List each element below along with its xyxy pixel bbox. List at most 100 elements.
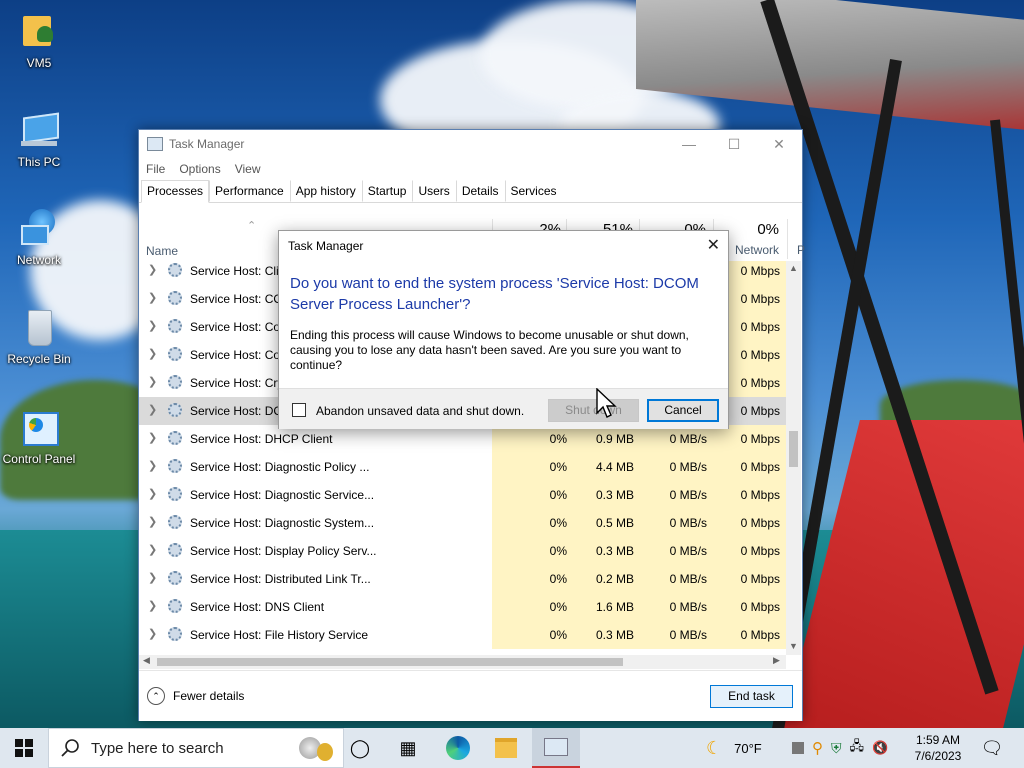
expand-chevron-icon[interactable]: ❯ xyxy=(148,431,157,444)
service-gear-icon xyxy=(168,319,182,333)
process-name: Service Host: File History Service xyxy=(190,628,369,642)
process-cpu: 0% xyxy=(549,432,567,446)
end-task-button[interactable]: End task xyxy=(710,685,793,708)
horizontal-scroll-thumb[interactable] xyxy=(157,658,623,666)
expand-chevron-icon[interactable]: ❯ xyxy=(148,627,157,640)
expand-chevron-icon[interactable]: ❯ xyxy=(148,319,157,332)
process-row[interactable]: ❯ Service Host: File History Service 0% 0.3… xyxy=(139,621,786,649)
tab-bar: Processes Performance App history Startu… xyxy=(139,180,802,203)
process-row[interactable]: ❯ Service Host: Diagnostic System... 0% 0.5… xyxy=(139,509,786,537)
tab-services[interactable]: Services xyxy=(504,180,563,202)
expand-chevron-icon[interactable]: ❯ xyxy=(148,571,157,584)
desktop-icon-vm5[interactable]: VM5 xyxy=(1,12,77,70)
process-name: Service Host: Cry xyxy=(190,376,284,390)
widgets-icon[interactable]: ▦ xyxy=(384,728,432,768)
windows-logo-icon xyxy=(15,739,33,757)
fewer-details-toggle[interactable]: ⌃ Fewer details xyxy=(147,687,244,705)
edge-browser-icon[interactable] xyxy=(434,728,482,768)
minimize-button[interactable]: — xyxy=(666,130,712,158)
abandon-data-checkbox[interactable] xyxy=(292,403,306,417)
notifications-icon[interactable]: 🗨 xyxy=(968,728,1016,768)
process-memory: 0.3 MB xyxy=(595,488,634,502)
fewer-details-label: Fewer details xyxy=(173,689,245,703)
process-cpu: 0% xyxy=(549,516,567,530)
scroll-right-icon[interactable]: ▶ xyxy=(773,655,780,666)
vertical-scroll-thumb[interactable] xyxy=(789,431,798,467)
search-placeholder: Type here to search xyxy=(91,739,224,757)
file-explorer-icon[interactable] xyxy=(482,728,530,768)
process-row[interactable]: ❯ Service Host: DNS Client 0% 1.6 MB 0 MB/s 0… xyxy=(139,593,786,621)
tray-app-icon[interactable] xyxy=(792,742,804,754)
expand-chevron-icon[interactable]: ❯ xyxy=(148,375,157,388)
desktop-icon-recycle-bin[interactable]: Recycle Bin xyxy=(1,308,77,366)
expand-chevron-icon[interactable]: ❯ xyxy=(148,291,157,304)
dialog-title: Task Manager xyxy=(288,239,364,253)
desktop-icon-control-panel[interactable]: Control Panel xyxy=(1,408,77,466)
taskbar-search-box[interactable]: Type here to search xyxy=(48,728,344,768)
system-tray: ⚲ ⛨ 🖧 🔇 xyxy=(792,728,888,768)
start-button[interactable] xyxy=(0,728,48,768)
process-disk: 0 MB/s xyxy=(669,516,707,530)
service-gear-icon xyxy=(168,599,182,613)
process-network: 0 Mbps xyxy=(740,432,780,446)
search-highlight-icon xyxy=(299,735,333,761)
dialog-heading: Do you want to end the system process 'S… xyxy=(290,275,699,313)
expand-chevron-icon[interactable]: ❯ xyxy=(148,487,157,500)
scroll-down-icon[interactable]: ▼ xyxy=(789,641,798,651)
column-power-partial[interactable]: P xyxy=(735,243,805,257)
vertical-scrollbar[interactable]: ▲ ▼ xyxy=(786,261,801,655)
cancel-button[interactable]: Cancel xyxy=(647,399,719,422)
tab-users[interactable]: Users xyxy=(412,180,455,202)
expand-chevron-icon[interactable]: ❯ xyxy=(148,347,157,360)
process-row[interactable]: ❯ Service Host: Diagnostic Service... 0% 0.… xyxy=(139,481,786,509)
weather-widget[interactable]: ☾ 70°F xyxy=(706,728,762,768)
scroll-up-icon[interactable]: ▲ xyxy=(789,263,798,273)
sort-caret-icon: ⌃ xyxy=(247,220,257,232)
service-gear-icon xyxy=(168,347,182,361)
menu-options[interactable]: Options xyxy=(179,162,220,176)
process-memory: 0.9 MB xyxy=(595,432,634,446)
process-name: Service Host: Cor xyxy=(190,348,285,362)
expand-chevron-icon[interactable]: ❯ xyxy=(148,459,157,472)
desktop-icon-this-pc[interactable]: This PC xyxy=(1,111,77,169)
tab-details[interactable]: Details xyxy=(455,180,505,202)
process-network: 0 Mbps xyxy=(740,600,780,614)
close-button[interactable]: ✕ xyxy=(756,130,802,158)
process-row[interactable]: ❯ Service Host: Distributed Link Tr... 0% 0… xyxy=(139,565,786,593)
menu-file[interactable]: File xyxy=(146,162,165,176)
expand-chevron-icon[interactable]: ❯ xyxy=(148,515,157,528)
security-shield-icon[interactable]: ⛨ xyxy=(831,740,842,757)
process-memory: 0.5 MB xyxy=(595,516,634,530)
horizontal-scrollbar[interactable]: ◀ ▶ xyxy=(139,655,786,669)
process-memory: 0.3 MB xyxy=(595,628,634,642)
tab-app-history[interactable]: App history xyxy=(289,180,362,202)
process-disk: 0 MB/s xyxy=(669,572,707,586)
expand-chevron-icon[interactable]: ❯ xyxy=(148,403,157,416)
clock[interactable]: 1:59 AM 7/6/2023 xyxy=(906,732,970,764)
network-status-icon[interactable]: 🖧 xyxy=(850,737,865,759)
volume-muted-icon[interactable]: 🔇 xyxy=(872,740,888,756)
dialog-close-icon[interactable]: ✕ xyxy=(707,235,720,255)
column-name[interactable]: Name xyxy=(146,244,178,258)
expand-chevron-icon[interactable]: ❯ xyxy=(148,263,157,276)
tab-processes[interactable]: Processes xyxy=(141,180,210,203)
process-row[interactable]: ❯ Service Host: DHCP Client 0% 0.9 MB 0 MB/s… xyxy=(139,425,786,453)
expand-chevron-icon[interactable]: ❯ xyxy=(148,599,157,612)
process-row[interactable]: ❯ Service Host: Diagnostic Policy ... 0% 4.… xyxy=(139,453,786,481)
task-view-icon[interactable]: ◯ xyxy=(336,728,384,768)
menu-view[interactable]: View xyxy=(235,162,261,176)
maximize-button[interactable]: ☐ xyxy=(711,130,757,158)
service-gear-icon xyxy=(168,627,182,641)
process-row[interactable]: ❯ Service Host: Display Policy Serv... 0% 0… xyxy=(139,537,786,565)
task-manager-taskbar-icon[interactable] xyxy=(532,728,580,768)
scroll-left-icon[interactable]: ◀ xyxy=(143,655,150,666)
tab-performance[interactable]: Performance xyxy=(209,180,290,202)
dialog-footer: Abandon unsaved data and shut down. Shut… xyxy=(279,388,728,429)
shut-down-button[interactable]: Shut down xyxy=(548,399,639,422)
tray-search-icon[interactable]: ⚲ xyxy=(812,739,823,757)
process-network: 0 Mbps xyxy=(740,460,780,474)
abandon-data-label[interactable]: Abandon unsaved data and shut down. xyxy=(316,404,524,418)
expand-chevron-icon[interactable]: ❯ xyxy=(148,543,157,556)
desktop-icon-network[interactable]: Network xyxy=(1,209,77,267)
tab-startup[interactable]: Startup xyxy=(361,180,413,202)
